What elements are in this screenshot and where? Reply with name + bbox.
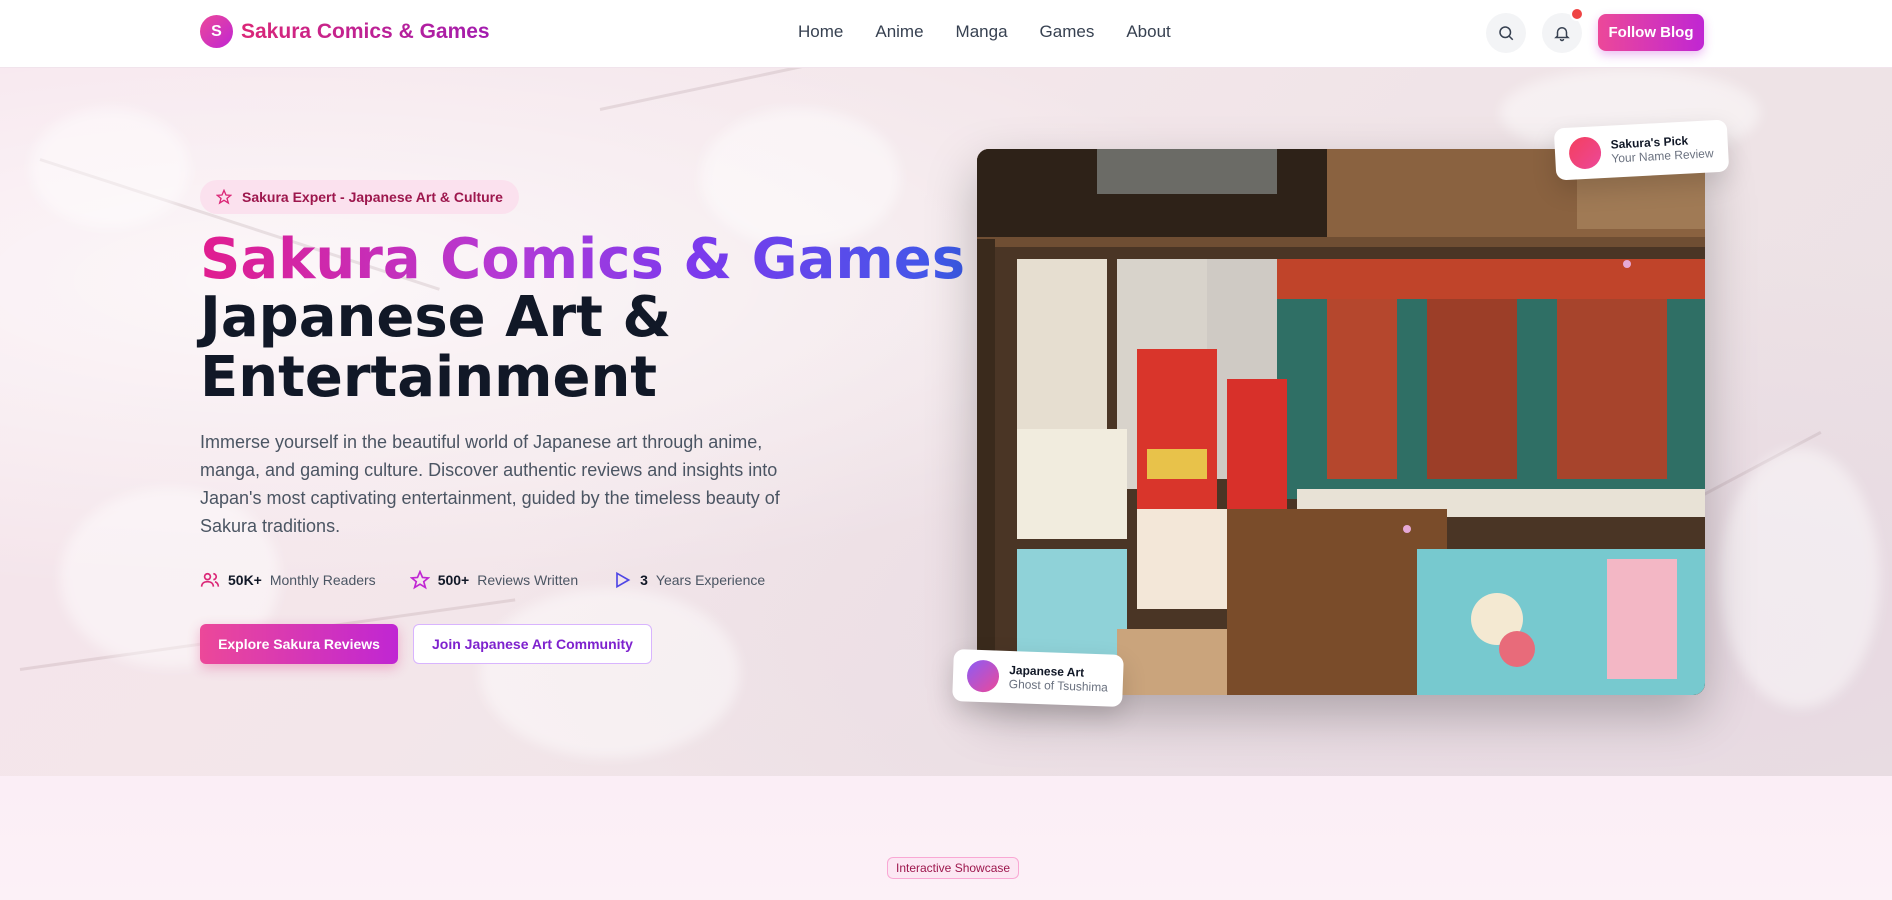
stat-experience: 3 Years Experience [612,570,765,590]
showcase-section: Interactive Showcase [0,776,1892,900]
hero-description: Immerse yourself in the beautiful world … [200,432,780,536]
logo-badge: S [200,15,233,48]
nav-link-manga[interactable]: Manga [956,22,1008,42]
search-button[interactable] [1486,13,1526,53]
brand-name: Sakura Comics & Games [241,19,490,43]
stat-value: 500+ [437,572,470,588]
hero-title-line-2: Japanese Art & [200,285,672,350]
hero-title-gradient: Sakura Comics & Games [200,227,966,292]
nav-link-home[interactable]: Home [798,22,843,42]
play-icon [616,571,631,589]
join-community-button[interactable]: Join Japanese Art Community [413,624,652,664]
stat-label: Monthly Readers [269,572,376,588]
brand-logo[interactable]: S Sakura Comics & Games [200,15,490,48]
bell-icon [1554,27,1570,42]
showcase-tag: Interactive Showcase [887,857,1020,879]
sakura-pick-card[interactable]: Sakura's Pick Your Name Review [1553,119,1730,181]
nav-link-anime[interactable]: Anime [875,22,923,42]
explore-reviews-button[interactable]: Explore Sakura Reviews [200,624,398,664]
badge-label: Sakura Expert - Japanese Art & Culture [242,189,503,205]
stat-label: Years Experience [655,572,766,588]
nav-link-games[interactable]: Games [1040,22,1095,42]
stat-readers: 50K+ Monthly Readers [200,570,376,590]
background-blossom [480,588,740,758]
star-icon [216,189,232,205]
stat-reviews: 500+ Reviews Written [409,570,579,590]
nav-link-about[interactable]: About [1126,22,1170,42]
expert-badge: Sakura Expert - Japanese Art & Culture [200,180,519,214]
hero-image [977,149,1705,695]
card-text: Sakura's Pick Your Name Review [1610,132,1714,166]
stat-value: 50K+ [228,572,262,588]
background-branch [599,68,973,111]
poster-wall-illustration [977,149,1705,695]
stat-label: Reviews Written [477,572,579,588]
search-icon [1499,26,1514,41]
follow-blog-button[interactable]: Follow Blog [1598,14,1704,51]
background-blossom [1720,448,1880,708]
hero-stats: 50K+ Monthly Readers 500+ Reviews Writte… [200,570,765,590]
background-blossom [30,108,190,228]
hero-title: Japanese Art & Entertainment [200,288,900,408]
nav-links: Home Anime Manga Games About [798,22,1171,42]
card-avatar [1568,136,1602,170]
top-nav: S Sakura Comics & Games Home Anime Manga… [0,0,1892,68]
card-subtitle: Ghost of Tsushima [1008,676,1109,695]
card-avatar [966,659,1000,693]
star-icon [409,570,430,590]
japanese-art-card[interactable]: Japanese Art Ghost of Tsushima [952,649,1124,707]
notifications-button[interactable] [1542,7,1584,53]
hero-section: Sakura Expert - Japanese Art & Culture S… [0,68,1892,776]
users-icon [200,572,220,587]
stat-value: 3 [640,572,648,588]
notification-dot [1570,7,1584,21]
hero-title-line-3: Entertainment [200,345,658,410]
card-text: Japanese Art Ghost of Tsushima [1009,663,1109,694]
